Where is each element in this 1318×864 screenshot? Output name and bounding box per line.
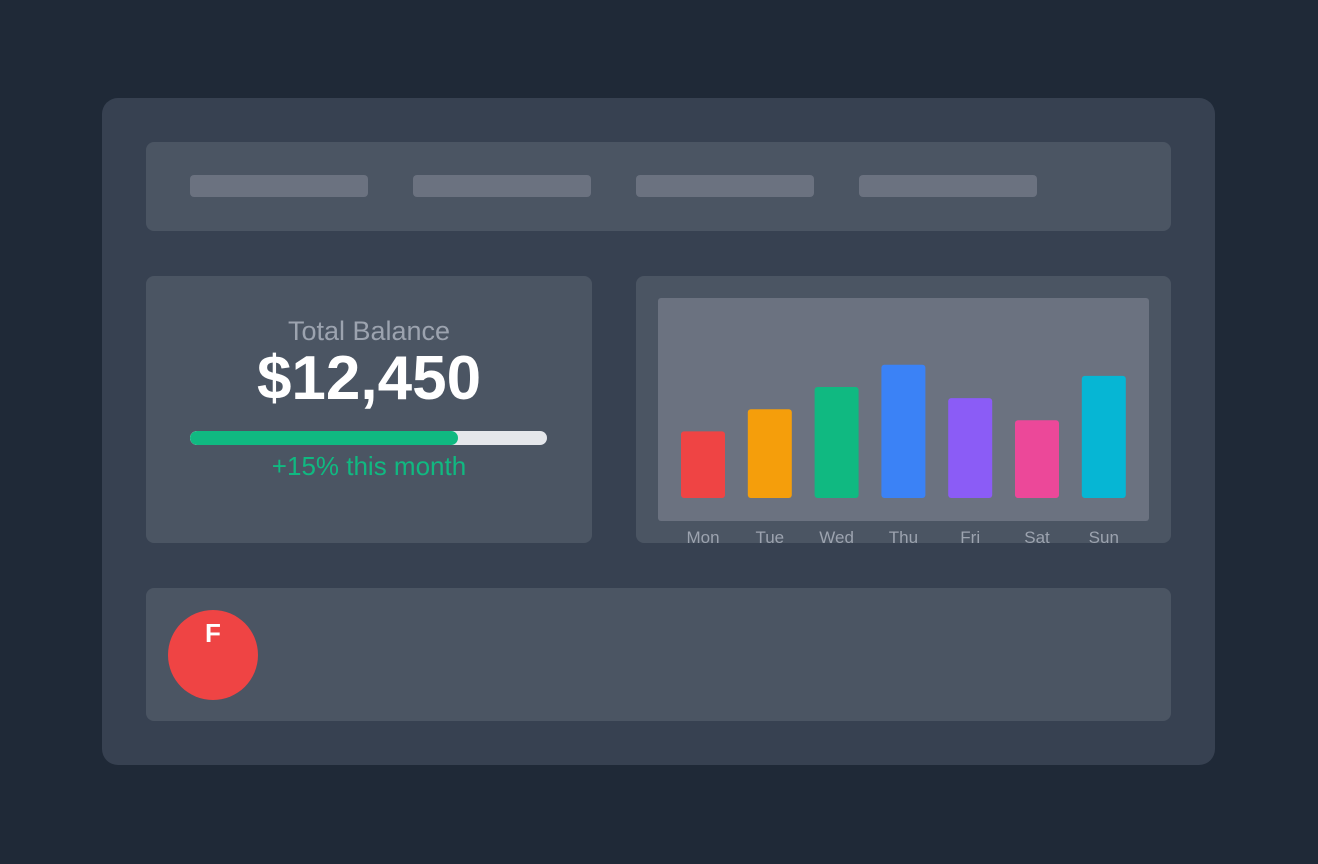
bar-mon [681, 431, 725, 498]
nav-item-1[interactable] [190, 175, 368, 197]
dashboard-panel: Total Balance $12,450 +15% this month Mo… [102, 98, 1215, 765]
tick-label-tue: Tue [755, 528, 784, 547]
balance-label: Total Balance [287, 316, 451, 346]
tick-label-sun: Sun [1089, 528, 1119, 547]
balance-card: Total Balance $12,450 +15% this month [146, 276, 592, 543]
balance-progress-bar [190, 431, 547, 445]
bar-sat [1015, 420, 1059, 498]
bar-thu [881, 364, 926, 498]
bar-wed [814, 387, 859, 498]
bar-fri [948, 398, 993, 498]
nav-item-2[interactable] [413, 175, 591, 197]
activity-card: F [146, 588, 1171, 721]
avatar[interactable]: F [168, 610, 258, 700]
bar-sun [1081, 375, 1126, 498]
balance-progress-fill [190, 431, 458, 445]
tick-label-fri: Fri [960, 528, 980, 547]
bar-tue [747, 409, 792, 498]
nav-item-4[interactable] [859, 175, 1037, 197]
balance-change: +15% this month [271, 451, 467, 481]
tick-label-thu: Thu [889, 528, 918, 547]
tick-label-wed: Wed [819, 528, 854, 547]
balance-value: $12,450 [256, 344, 482, 413]
nav-item-3[interactable] [636, 175, 814, 197]
nav-bar [146, 142, 1171, 231]
tick-label-sat: Sat [1024, 528, 1050, 547]
weekly-chart-card: Mon Tue Wed Thu Fri Sat Sun [636, 276, 1171, 547]
weekly-bar-chart: Mon Tue Wed Thu Fri Sat Sun [681, 364, 1126, 547]
tick-label-mon: Mon [686, 528, 719, 547]
